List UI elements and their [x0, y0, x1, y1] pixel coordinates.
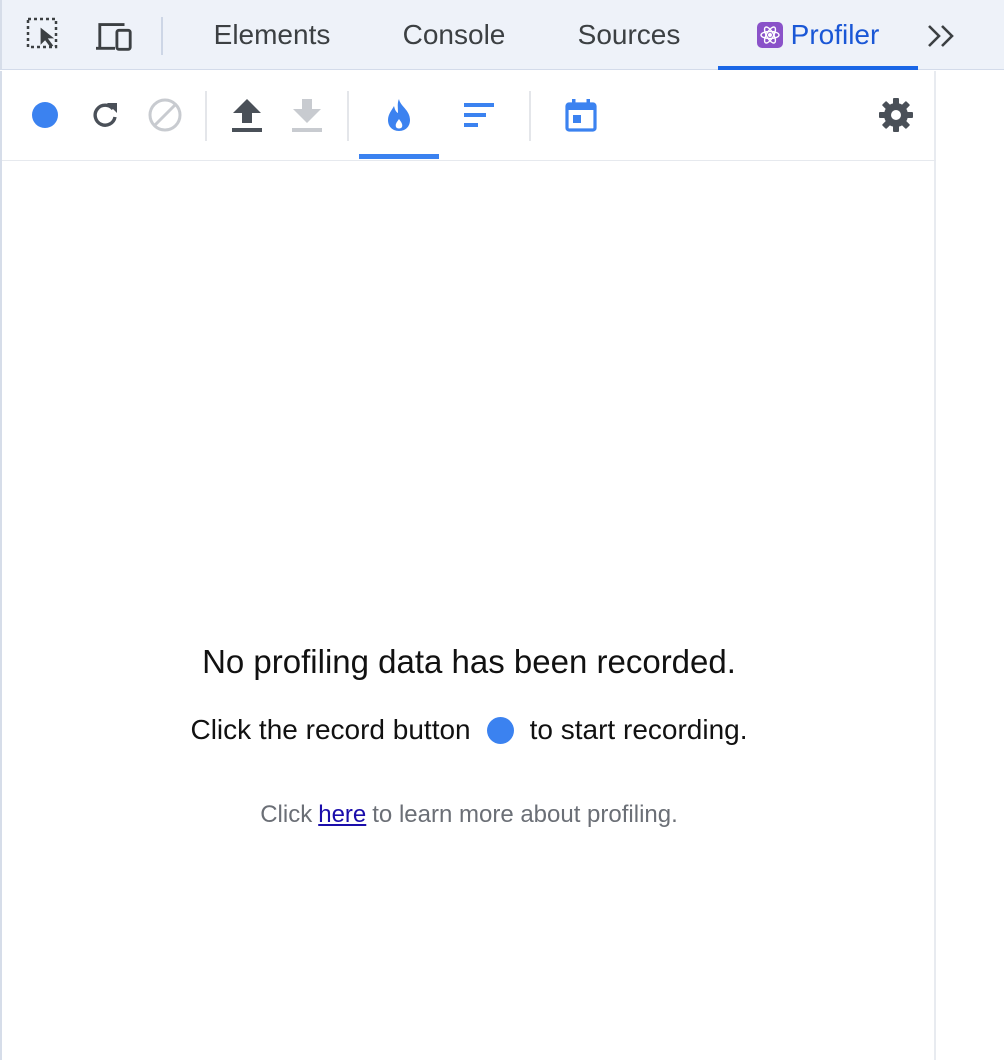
- learn-more-link[interactable]: here: [318, 801, 366, 828]
- reload-icon[interactable]: [83, 93, 127, 137]
- react-atom-icon: [756, 22, 783, 48]
- timeline-icon[interactable]: [559, 93, 603, 137]
- hint-text-after: to start recording.: [529, 714, 748, 745]
- active-view-indicator: [359, 154, 439, 159]
- devtools-tab-bar: Elements Console Sources Profiler: [0, 0, 1004, 70]
- clear-icon[interactable]: [143, 93, 187, 137]
- toolbar-divider: [347, 91, 349, 141]
- tab-sources[interactable]: Sources: [554, 0, 704, 70]
- profiler-panel: No profiling data has been recorded. Cli…: [0, 71, 936, 1060]
- learn-more-suffix: to learn more about profiling.: [372, 801, 678, 828]
- tab-profiler[interactable]: Profiler: [718, 0, 918, 70]
- inspect-element-icon[interactable]: [26, 17, 64, 55]
- inline-record-icon: [486, 716, 514, 744]
- profiler-toolbar: [2, 71, 936, 161]
- upload-icon[interactable]: [225, 93, 269, 137]
- settings-icon[interactable]: [874, 93, 918, 137]
- learn-more-line: Click here to learn more about profiling.: [2, 801, 936, 829]
- flame-chart-icon[interactable]: [377, 93, 421, 137]
- hint-text-before: Click the record button: [190, 714, 471, 745]
- tab-console-label: Console: [402, 19, 506, 50]
- download-icon[interactable]: [285, 93, 329, 137]
- toolbar-divider: [205, 91, 207, 141]
- toolbar-divider: [529, 91, 531, 141]
- tab-elements-label: Elements: [213, 19, 331, 50]
- record-icon[interactable]: [23, 93, 67, 137]
- active-tab-indicator: [718, 66, 918, 70]
- tab-sources-label: Sources: [577, 19, 681, 50]
- empty-state-hint: Click the record button to start recordi…: [2, 714, 936, 746]
- tab-console[interactable]: Console: [380, 0, 528, 70]
- tab-bar-divider: [161, 17, 163, 55]
- device-toolbar-icon[interactable]: [96, 17, 134, 55]
- empty-state-title: No profiling data has been recorded.: [202, 643, 736, 680]
- ranked-chart-icon[interactable]: [457, 93, 501, 137]
- chevron-double-right-icon[interactable]: [920, 16, 964, 56]
- tab-elements[interactable]: Elements: [192, 0, 352, 70]
- tab-profiler-label: Profiler: [790, 19, 880, 50]
- learn-more-prefix: Click: [260, 801, 313, 828]
